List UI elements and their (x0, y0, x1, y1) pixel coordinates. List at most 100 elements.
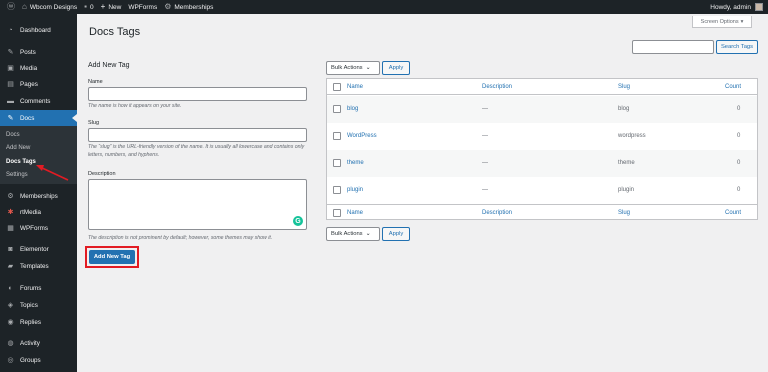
search-input[interactable] (632, 40, 714, 54)
menu-dashboard[interactable]: ◔ Dashboard (0, 22, 77, 38)
admin-bar: ⓦ ⌂ Wbcom Designs ▪ 0 + New WPForms ⚙ Member… (0, 0, 768, 14)
menu-docs[interactable]: ✎ Docs (0, 110, 77, 126)
form-title: Add New Tag (88, 62, 130, 69)
name-field[interactable] (88, 87, 307, 101)
column-description[interactable]: Description (482, 210, 512, 216)
plus-icon: + (100, 2, 106, 11)
row-checkbox[interactable] (333, 159, 341, 167)
menu-elementor[interactable]: ◙ Elementor (0, 241, 77, 257)
apply-button-top[interactable]: Apply (382, 61, 410, 75)
table-header: Name Description Slug Count (327, 79, 757, 95)
select-all-checkbox[interactable] (333, 83, 341, 91)
rtmedia-icon: ✱ (7, 209, 14, 216)
screen-options-label: Screen Options (700, 18, 739, 25)
tag-name-link[interactable]: theme (347, 160, 364, 166)
tag-count[interactable]: 0 (737, 160, 740, 166)
wordpress-icon: ⓦ (7, 2, 15, 11)
column-name[interactable]: Name (347, 210, 363, 216)
menu-wpforms[interactable]: ▦ WPForms (0, 220, 77, 236)
slug-label: Slug (88, 120, 100, 126)
menu-posts[interactable]: ✎ Posts (0, 44, 77, 60)
menu-memberships[interactable]: ⚙ Memberships (0, 188, 77, 204)
comments-link[interactable]: ▪ 0 (84, 3, 93, 11)
column-count[interactable]: Count (725, 84, 741, 90)
column-description[interactable]: Description (482, 84, 512, 90)
new-content-link[interactable]: + New (101, 3, 122, 11)
submenu-docs[interactable]: Docs (6, 132, 20, 138)
description-help: The description is not prominent by defa… (88, 235, 273, 241)
submenu-add-new[interactable]: Add New (6, 145, 30, 151)
menu-label: Templates (20, 262, 49, 270)
replies-icon: ◉ (7, 319, 14, 326)
comments-count: 0 (90, 3, 94, 11)
row-checkbox[interactable] (333, 186, 341, 194)
menu-label: Activity (20, 339, 40, 347)
tag-count[interactable]: 0 (737, 133, 740, 139)
tag-count[interactable]: 0 (737, 187, 740, 193)
menu-topics[interactable]: ◈ Topics (0, 297, 77, 313)
menu-rtmedia[interactable]: ✱ rtMedia (0, 204, 77, 220)
menu-label: Forums (20, 284, 42, 292)
bulk-actions-select-top[interactable]: Bulk Actions ⌄ (326, 61, 380, 75)
apply-button-bottom[interactable]: Apply (382, 227, 410, 241)
bulk-actions-label: Bulk Actions (331, 65, 363, 71)
tag-name-link[interactable]: WordPress (347, 133, 377, 139)
media-icon: ▣ (7, 65, 14, 72)
wpforms-label: WPForms (128, 3, 158, 11)
chevron-down-icon: ▾ (740, 18, 744, 25)
groups-icon: ◎ (7, 357, 14, 364)
new-label: New (108, 3, 122, 11)
menu-comments[interactable]: ▬ Comments (0, 93, 77, 109)
tag-count[interactable]: 0 (737, 106, 740, 112)
wpforms-link[interactable]: WPForms (128, 4, 157, 11)
my-account[interactable]: Howdy, admin (710, 0, 763, 14)
howdy-text: Howdy, admin (710, 3, 751, 11)
screen-options-button[interactable]: Screen Options ▾ (692, 16, 752, 28)
tag-name-link[interactable]: blog (347, 106, 358, 112)
bulk-actions-select-bottom[interactable]: Bulk Actions ⌄ (326, 227, 380, 241)
tag-name-link[interactable]: plugin (347, 187, 363, 193)
description-field[interactable] (88, 179, 307, 230)
gear-icon: ⚙ (7, 193, 14, 200)
column-name[interactable]: Name (347, 84, 363, 90)
menu-media[interactable]: ▣ Media (0, 60, 77, 76)
pin-icon: ✎ (7, 49, 14, 56)
pin-icon: ✎ (7, 115, 14, 122)
tag-slug: wordpress (618, 133, 646, 139)
wordpress-logo[interactable]: ⓦ (7, 3, 15, 11)
column-slug[interactable]: Slug (618, 84, 630, 90)
row-checkbox[interactable] (333, 132, 341, 140)
tags-table: Name Description Slug Count blog — blog … (326, 78, 758, 220)
tag-description: — (482, 133, 488, 139)
menu-activity[interactable]: ◍ Activity (0, 335, 77, 351)
tag-description: — (482, 160, 488, 166)
menu-label: Topics (20, 301, 38, 309)
submenu-settings[interactable]: Settings (6, 172, 28, 178)
menu-replies[interactable]: ◉ Replies (0, 314, 77, 330)
memberships-link[interactable]: ⚙ Memberships (164, 3, 213, 11)
add-new-tag-button[interactable]: Add New Tag (89, 250, 135, 264)
slug-field[interactable] (88, 128, 307, 142)
grammarly-icon[interactable]: G (293, 216, 303, 226)
menu-label: Comments (20, 97, 51, 105)
site-name-link[interactable]: ⌂ Wbcom Designs (22, 3, 77, 11)
column-slug[interactable]: Slug (618, 210, 630, 216)
slug-help: The “slug” is the URL-friendly version o… (88, 144, 305, 158)
select-all-checkbox-footer[interactable] (333, 209, 341, 217)
menu-label: Memberships (20, 192, 58, 200)
column-count[interactable]: Count (725, 210, 741, 216)
home-icon: ⌂ (22, 2, 27, 11)
menu-groups[interactable]: ◎ Groups (0, 352, 77, 368)
comments-icon: ▬ (7, 97, 14, 105)
menu-templates[interactable]: ▰ Templates (0, 258, 77, 274)
description-label: Description (88, 171, 116, 177)
memberships-label: Memberships (174, 3, 214, 11)
gear-icon: ⚙ (164, 2, 172, 11)
search-tags-button[interactable]: Search Tags (716, 40, 758, 54)
submenu-docs-tags[interactable]: Docs Tags (6, 159, 36, 165)
table-row: blog — blog 0 (327, 96, 757, 123)
menu-forums[interactable]: ◐ Forums (0, 280, 77, 296)
table-row: theme — theme 0 (327, 150, 757, 177)
row-checkbox[interactable] (333, 105, 341, 113)
menu-pages[interactable]: ▤ Pages (0, 76, 77, 92)
